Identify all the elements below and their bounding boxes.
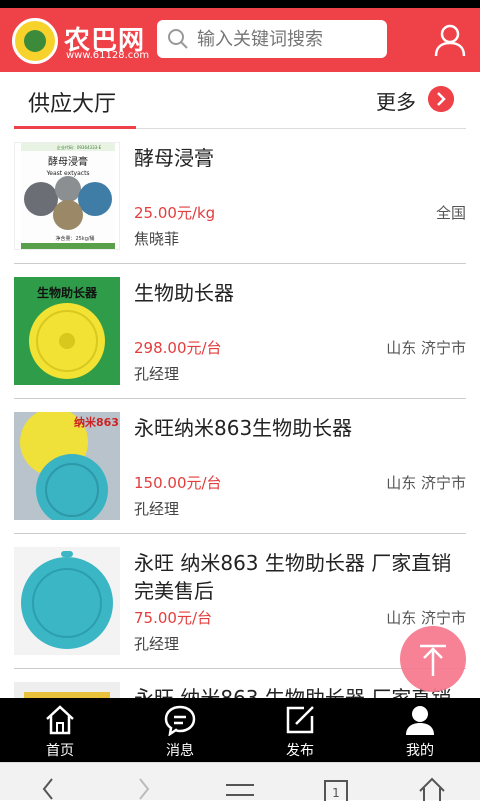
tabs-count-icon[interactable]: 1 xyxy=(316,771,356,801)
logo-url: www.61128.com xyxy=(66,50,150,61)
product-price: 298.00元/台 xyxy=(134,339,222,357)
product-image[interactable]: 生物助长器 xyxy=(14,277,120,385)
arrow-up-icon xyxy=(420,644,446,676)
header: 农巴网 www.61128.com xyxy=(0,8,480,72)
logo-farmer-icon xyxy=(24,30,46,52)
supply-list[interactable]: 酵母浸膏 Yeast extyacts 净含量：25kg/桶 企业代码：0936… xyxy=(0,130,480,698)
product-seller: 孔经理 xyxy=(134,635,180,653)
section-title-underline xyxy=(14,126,136,129)
product-title[interactable]: 生物助长器 xyxy=(134,279,466,307)
search-box[interactable] xyxy=(157,20,387,58)
browser-nav-bar: 1 xyxy=(0,762,480,801)
more-link[interactable]: 更多 xyxy=(376,86,416,115)
package-subtitle: Yeast extyacts xyxy=(45,170,89,177)
product-location: 山东 济宁市 xyxy=(386,474,466,492)
user-icon xyxy=(406,706,434,735)
logo[interactable]: 农巴网 www.61128.com xyxy=(12,18,150,64)
product-title[interactable]: 永旺纳米863生物助长器 xyxy=(134,414,466,442)
yeast-package-image: 酵母浸膏 Yeast extyacts 净含量：25kg/桶 企业代码：0936… xyxy=(21,143,115,249)
list-item[interactable]: 酵母浸膏 Yeast extyacts 净含量：25kg/桶 企业代码：0936… xyxy=(14,130,466,264)
tab-messages[interactable]: 消息 xyxy=(120,698,240,762)
message-icon xyxy=(164,705,196,736)
product-price: 25.00元/kg xyxy=(134,204,216,222)
product-seller: 孔经理 xyxy=(134,500,180,518)
tab-label: 消息 xyxy=(166,743,194,759)
status-bar xyxy=(0,0,480,8)
back-icon[interactable] xyxy=(28,771,68,801)
search-input[interactable] xyxy=(197,27,377,51)
product-price: 150.00元/台 xyxy=(134,474,222,492)
device-caption: 生物助长器 xyxy=(37,285,98,300)
product-image[interactable] xyxy=(14,547,120,655)
product-image[interactable] xyxy=(14,682,120,698)
product-price: 75.00元/台 xyxy=(134,609,212,627)
product-seller: 焦晓菲 xyxy=(134,230,180,248)
growth-device-pair-image: 纳米863 xyxy=(14,412,120,520)
svg-text:1: 1 xyxy=(332,786,340,800)
product-location: 山东 济宁市 xyxy=(386,609,466,627)
bottom-tab-bar: 首页 消息 发布 我的 xyxy=(0,698,480,762)
product-seller: 孔经理 xyxy=(134,365,180,383)
product-title[interactable]: 永旺 纳米863 生物助长器 厂家直销 完美售后 xyxy=(134,549,466,605)
product-location: 山东 济宁市 xyxy=(386,339,466,357)
package-code: 企业代码：09364333-E xyxy=(57,144,102,150)
tab-label: 首页 xyxy=(46,743,74,759)
list-item[interactable]: 永旺 纳米863 生物助长器 厂家直销 xyxy=(14,670,466,698)
tab-mine[interactable]: 我的 xyxy=(360,698,480,762)
edit-icon xyxy=(286,706,314,734)
tab-home[interactable]: 首页 xyxy=(0,698,120,762)
product-image[interactable]: 纳米863 xyxy=(14,412,120,520)
product-partial-image xyxy=(14,682,120,698)
section-title: 供应大厅 xyxy=(28,92,117,117)
tab-publish[interactable]: 发布 xyxy=(240,698,360,762)
section-header: 供应大厅 更多 xyxy=(0,72,480,130)
device-caption: 纳米863 xyxy=(74,415,119,429)
logo-badge xyxy=(12,18,58,64)
blue-disc-image xyxy=(14,547,120,655)
forward-icon[interactable] xyxy=(124,771,164,801)
chevron-right-icon[interactable] xyxy=(428,86,454,112)
list-item[interactable]: 纳米863 永旺纳米863生物助长器 150.00元/台 山东 济宁市 孔经理 xyxy=(14,400,466,534)
home-page-icon[interactable] xyxy=(412,771,452,801)
back-to-top-button[interactable] xyxy=(400,626,466,692)
product-location: 全国 xyxy=(435,204,466,222)
search-icon xyxy=(168,29,188,49)
package-net-weight: 净含量：25kg/桶 xyxy=(55,235,94,242)
menu-icon[interactable] xyxy=(220,771,260,801)
product-image[interactable]: 酵母浸膏 Yeast extyacts 净含量：25kg/桶 企业代码：0936… xyxy=(14,142,120,250)
product-title[interactable]: 酵母浸膏 xyxy=(134,144,466,172)
home-icon xyxy=(46,705,74,735)
list-item[interactable]: 永旺 纳米863 生物助长器 厂家直销 完美售后 75.00元/台 山东 济宁市… xyxy=(14,535,466,669)
list-item[interactable]: 生物助长器 生物助长器 298.00元/台 山东 济宁市 孔经理 xyxy=(14,265,466,399)
growth-device-image: 生物助长器 xyxy=(14,277,120,385)
tab-label: 我的 xyxy=(406,743,434,759)
tab-label: 发布 xyxy=(286,743,314,759)
user-icon[interactable] xyxy=(432,22,468,58)
package-title: 酵母浸膏 xyxy=(48,155,88,168)
